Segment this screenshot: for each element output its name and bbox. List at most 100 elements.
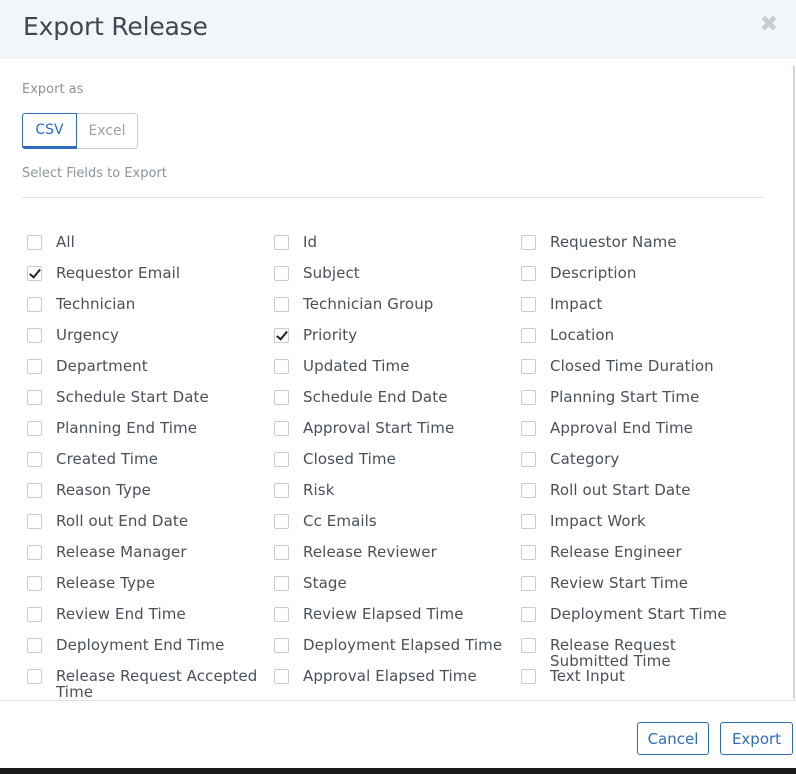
field-option[interactable]: All	[27, 229, 267, 260]
field-checkbox[interactable]	[274, 297, 289, 312]
field-checkbox[interactable]	[521, 514, 536, 529]
field-option[interactable]: Requestor Email	[27, 260, 267, 291]
field-label: Review Elapsed Time	[303, 605, 464, 623]
field-checkbox[interactable]	[274, 545, 289, 560]
field-checkbox[interactable]	[27, 483, 42, 498]
field-checkbox[interactable]	[274, 669, 289, 684]
field-checkbox[interactable]	[521, 669, 536, 684]
field-option[interactable]: Release Reviewer	[274, 539, 514, 570]
field-checkbox[interactable]	[27, 545, 42, 560]
field-option[interactable]: Review Elapsed Time	[274, 601, 514, 632]
field-checkbox[interactable]	[27, 235, 42, 250]
field-checkbox[interactable]	[521, 390, 536, 405]
field-checkbox[interactable]	[27, 297, 42, 312]
field-option[interactable]: Risk	[274, 477, 514, 508]
field-option[interactable]: Department	[27, 353, 267, 384]
field-checkbox[interactable]	[27, 390, 42, 405]
field-option[interactable]: Planning End Time	[27, 415, 267, 446]
field-option[interactable]: Subject	[274, 260, 514, 291]
field-option[interactable]: Cc Emails	[274, 508, 514, 539]
field-option[interactable]: Reason Type	[27, 477, 267, 508]
field-checkbox[interactable]	[274, 390, 289, 405]
field-option[interactable]: Schedule Start Date	[27, 384, 267, 415]
field-option[interactable]: Release Request Accepted Time	[27, 663, 267, 700]
field-option[interactable]: Roll out Start Date	[521, 477, 756, 508]
field-checkbox[interactable]	[274, 452, 289, 467]
field-option[interactable]: Requestor Name	[521, 229, 756, 260]
field-checkbox[interactable]	[27, 514, 42, 529]
field-option[interactable]: Technician	[27, 291, 267, 322]
field-checkbox[interactable]	[521, 607, 536, 622]
field-checkbox[interactable]	[521, 235, 536, 250]
export-button[interactable]: Export	[720, 722, 793, 755]
field-checkbox[interactable]	[274, 638, 289, 653]
excel-option-button[interactable]: Excel	[77, 113, 138, 149]
field-checkbox[interactable]	[274, 607, 289, 622]
field-option[interactable]: Impact Work	[521, 508, 756, 539]
field-checkbox[interactable]	[521, 297, 536, 312]
field-checkbox[interactable]	[521, 266, 536, 281]
field-checkbox[interactable]	[274, 359, 289, 374]
field-checkbox[interactable]	[27, 452, 42, 467]
field-option[interactable]: Updated Time	[274, 353, 514, 384]
field-option[interactable]: Approval Elapsed Time	[274, 663, 514, 694]
field-checkbox[interactable]	[274, 421, 289, 436]
field-option[interactable]: Closed Time Duration	[521, 353, 756, 384]
field-option[interactable]: Impact	[521, 291, 756, 322]
field-checkbox[interactable]	[521, 545, 536, 560]
field-option[interactable]: Technician Group	[274, 291, 514, 322]
scrollbar[interactable]	[793, 66, 795, 699]
field-checkbox[interactable]	[27, 576, 42, 591]
field-checkbox[interactable]	[27, 607, 42, 622]
field-option[interactable]: Review Start Time	[521, 570, 756, 601]
field-checkbox[interactable]	[27, 328, 42, 343]
field-checkbox[interactable]	[521, 483, 536, 498]
field-checkbox[interactable]	[521, 328, 536, 343]
field-option[interactable]: Roll out End Date	[27, 508, 267, 539]
field-checkbox[interactable]	[521, 638, 536, 653]
field-checkbox[interactable]	[274, 514, 289, 529]
field-option[interactable]: Description	[521, 260, 756, 291]
field-checkbox[interactable]	[521, 576, 536, 591]
field-label: Release Type	[56, 574, 156, 592]
field-checkbox[interactable]	[27, 638, 42, 653]
field-option[interactable]: Release Type	[27, 570, 267, 601]
field-option[interactable]: Stage	[274, 570, 514, 601]
field-option[interactable]: Closed Time	[274, 446, 514, 477]
field-option[interactable]: Text Input	[521, 663, 756, 694]
field-option[interactable]: Category	[521, 446, 756, 477]
field-option[interactable]: Deployment End Time	[27, 632, 267, 663]
field-option[interactable]: Created Time	[27, 446, 267, 477]
field-checkbox[interactable]	[274, 483, 289, 498]
field-checkbox[interactable]	[27, 669, 42, 684]
field-label: All	[56, 233, 75, 251]
field-label: Location	[550, 326, 615, 344]
field-checkbox[interactable]	[27, 421, 42, 436]
field-option[interactable]: Deployment Start Time	[521, 601, 756, 632]
field-checkbox[interactable]	[521, 452, 536, 467]
field-option[interactable]: Urgency	[27, 322, 267, 353]
field-checkbox[interactable]	[521, 359, 536, 374]
field-option[interactable]: Review End Time	[27, 601, 267, 632]
field-option[interactable]: Schedule End Date	[274, 384, 514, 415]
field-option[interactable]: Approval End Time	[521, 415, 756, 446]
field-option[interactable]: Approval Start Time	[274, 415, 514, 446]
field-option[interactable]: Release Engineer	[521, 539, 756, 570]
field-option[interactable]: Release Request Submitted Time	[521, 632, 756, 669]
close-icon[interactable]: ✖	[759, 14, 779, 36]
field-checkbox[interactable]	[27, 359, 42, 374]
field-option[interactable]: Priority	[274, 322, 514, 353]
field-checkbox[interactable]	[274, 266, 289, 281]
field-checkbox[interactable]	[27, 266, 42, 281]
field-option[interactable]: Location	[521, 322, 756, 353]
field-option[interactable]: Release Manager	[27, 539, 267, 570]
field-option[interactable]: Id	[274, 229, 514, 260]
field-checkbox[interactable]	[274, 235, 289, 250]
field-checkbox[interactable]	[274, 328, 289, 343]
cancel-button[interactable]: Cancel	[637, 722, 709, 755]
csv-option-button[interactable]: CSV	[22, 113, 77, 149]
field-checkbox[interactable]	[274, 576, 289, 591]
field-option[interactable]: Planning Start Time	[521, 384, 756, 415]
field-option[interactable]: Deployment Elapsed Time	[274, 632, 514, 663]
field-checkbox[interactable]	[521, 421, 536, 436]
